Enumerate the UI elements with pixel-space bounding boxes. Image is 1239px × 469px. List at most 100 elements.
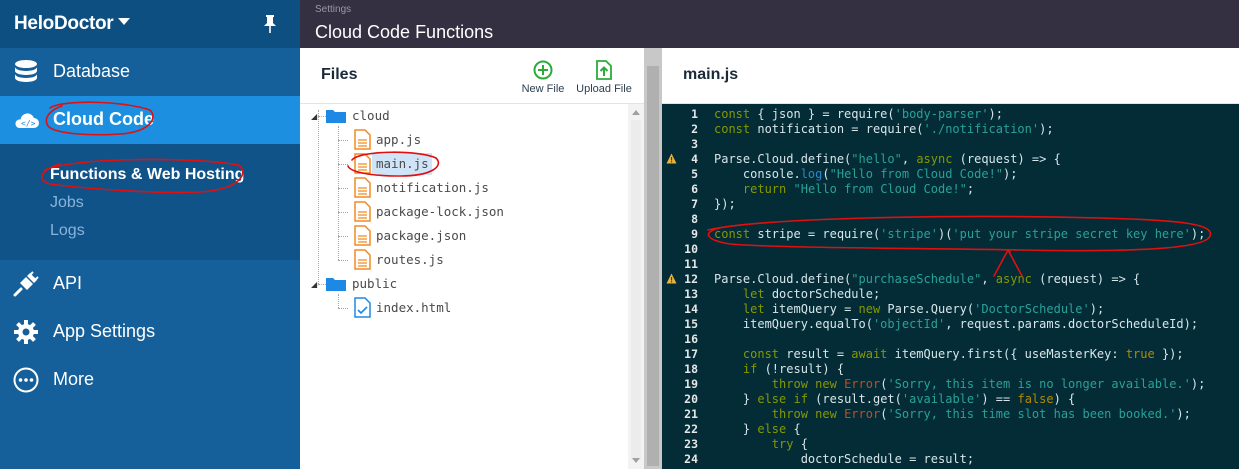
code-text: const result = await itemQuery.first({ u… — [742, 347, 1184, 361]
code-line[interactable]: 19 throw new Error('Sorry, this item is … — [662, 377, 1239, 392]
sidebar-item-cloud-code[interactable]: </> Cloud Code — [0, 96, 300, 144]
more-icon — [13, 367, 39, 393]
code-line[interactable]: 7}); — [662, 197, 1239, 212]
cloud-code-subnav: Functions & Web Hosting Jobs Logs — [0, 144, 300, 260]
code-editor[interactable]: 1 const { json } = require('body-parser')… — [662, 104, 1239, 469]
subnav-item-functions[interactable]: Functions & Web Hosting — [50, 166, 244, 184]
code-line[interactable]: 8 — [662, 212, 1239, 227]
warning-icon[interactable] — [666, 273, 677, 284]
code-text: try { — [771, 437, 808, 451]
sidebar-item-label: Database — [53, 61, 131, 81]
code-text: let itemQuery = new Parse.Query('DoctorS… — [742, 302, 1105, 316]
plus-circle-icon — [533, 60, 553, 80]
warning-icon[interactable] — [666, 153, 677, 164]
scroll-thumb[interactable] — [631, 120, 641, 460]
tree-file-label: index.html — [376, 300, 452, 315]
code-line[interactable]: 23 try { — [662, 437, 1239, 452]
line-number: 20 — [684, 392, 698, 406]
folder-icon — [326, 278, 346, 291]
code-line[interactable]: 12 Parse.Cloud.define("purchaseSchedule",… — [662, 272, 1239, 287]
tree-file[interactable]: package-lock.json — [354, 201, 554, 223]
code-line[interactable]: 11 — [662, 257, 1239, 272]
scroll-up-icon[interactable] — [632, 110, 640, 115]
code-line[interactable]: 3 — [662, 137, 1239, 152]
tree-folder-cloud[interactable]: cloud — [326, 105, 446, 127]
tree-folder-label: public — [352, 276, 398, 291]
code-text: Parse.Cloud.define("hello", async (reque… — [714, 152, 1061, 166]
collapse-caret-icon[interactable]: ◢ — [311, 280, 317, 289]
code-text: } else if (result.get('available') == fa… — [714, 392, 1076, 406]
line-number: 1 — [691, 107, 698, 121]
tree-file-label: main.js — [376, 156, 429, 171]
sidebar-item-database[interactable]: Database — [0, 48, 300, 96]
code-text: } else { — [714, 422, 801, 436]
code-line[interactable]: 22 } else { — [662, 422, 1239, 437]
sidebar-item-api[interactable]: API — [0, 260, 300, 308]
app-name[interactable]: HeloDoctor — [14, 13, 114, 35]
line-number: 11 — [684, 257, 698, 271]
pane-splitter[interactable] — [644, 48, 662, 469]
sidebar-item-app-settings[interactable]: App Settings — [0, 308, 300, 356]
tree-connector — [318, 116, 326, 117]
splitter-handle[interactable] — [647, 66, 659, 466]
upload-file-button[interactable]: Upload File — [574, 60, 634, 95]
chevron-down-icon[interactable] — [118, 18, 130, 25]
editor-header: main.js — [662, 48, 1239, 104]
editor-filename: main.js — [683, 66, 739, 83]
line-number: 14 — [684, 302, 698, 316]
tree-connector — [338, 308, 348, 309]
code-line[interactable]: 5 console.log("Hello from Cloud Code!"); — [662, 167, 1239, 182]
subnav-item-jobs[interactable]: Jobs — [50, 194, 84, 212]
collapse-caret-icon[interactable]: ◢ — [311, 112, 317, 121]
folder-icon — [326, 110, 346, 123]
scroll-down-icon[interactable] — [632, 458, 640, 463]
code-line[interactable]: 6 return "Hello from Cloud Code!"; — [662, 182, 1239, 197]
code-line[interactable]: 4 Parse.Cloud.define("hello", async (requ… — [662, 152, 1239, 167]
app-switcher[interactable]: HeloDoctor — [0, 0, 300, 48]
code-line[interactable]: 17 const result = await itemQuery.first(… — [662, 347, 1239, 362]
pin-icon[interactable] — [262, 14, 278, 34]
code-line[interactable]: 16 — [662, 332, 1239, 347]
files-header: Files New File Upload File — [300, 48, 644, 104]
file-icon — [354, 177, 371, 198]
tree-file[interactable]: notification.js — [354, 177, 554, 199]
cloud-code-icon: </> — [15, 113, 40, 128]
tree-connector — [338, 140, 348, 141]
new-file-label: New File — [521, 83, 565, 95]
code-line[interactable]: 13 let doctorSchedule; — [662, 287, 1239, 302]
tree-file[interactable]: index.html — [354, 297, 554, 319]
tree-connector — [338, 188, 348, 189]
code-line[interactable]: 2 const notification = require('./notific… — [662, 122, 1239, 137]
file-icon — [354, 225, 371, 246]
tree-file[interactable]: package.json — [354, 225, 554, 247]
code-line[interactable]: 15 itemQuery.equalTo('objectId', request… — [662, 317, 1239, 332]
gear-icon — [14, 320, 38, 344]
tree-file[interactable]: routes.js — [354, 249, 554, 271]
code-text: doctorSchedule = result; — [714, 452, 975, 466]
code-line[interactable]: 20 } else if (result.get('available') ==… — [662, 392, 1239, 407]
code-line[interactable]: 1 const { json } = require('body-parser')… — [662, 107, 1239, 122]
tree-file[interactable]: app.js — [354, 129, 554, 151]
code-line[interactable]: 14 let itemQuery = new Parse.Query('Doct… — [662, 302, 1239, 317]
upload-file-label: Upload File — [576, 83, 632, 95]
line-number: 2 — [691, 122, 698, 136]
sidebar-item-more[interactable]: More — [0, 356, 300, 404]
code-line[interactable]: 24 doctorSchedule = result; — [662, 452, 1239, 467]
code-line[interactable]: 18 if (!result) { — [662, 362, 1239, 377]
tree-connector — [338, 126, 339, 260]
tree-file-label: package.json — [376, 228, 467, 243]
code-text: const { json } = require('body-parser'); — [714, 107, 1003, 121]
files-scrollbar[interactable] — [628, 104, 644, 469]
code-line[interactable]: 21 throw new Error('Sorry, this time slo… — [662, 407, 1239, 422]
tree-folder-public[interactable]: public — [326, 273, 446, 295]
line-number: 8 — [691, 212, 698, 226]
new-file-button[interactable]: New File — [518, 60, 568, 95]
code-line[interactable]: 10 — [662, 242, 1239, 257]
tree-file-label: notification.js — [376, 180, 489, 195]
subnav-item-logs[interactable]: Logs — [50, 222, 85, 240]
line-number: 7 — [691, 197, 698, 211]
tree-file-selected[interactable]: main.js — [354, 153, 554, 175]
code-line[interactable]: 9 const stripe = require('stripe')('put y… — [662, 227, 1239, 242]
breadcrumb[interactable]: Settings — [315, 4, 351, 15]
line-number: 16 — [684, 332, 698, 346]
